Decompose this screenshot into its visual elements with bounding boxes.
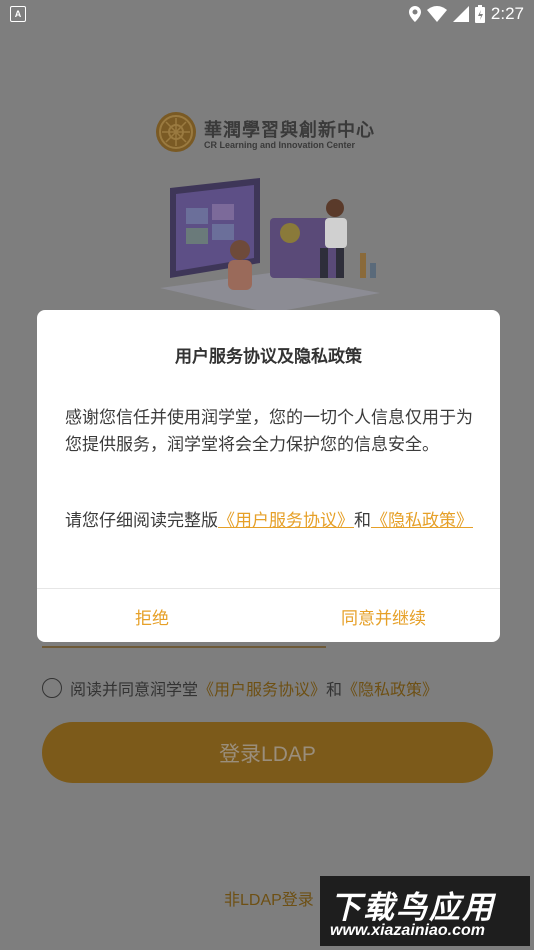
service-agreement-link[interactable]: 《用户服务协议》 [198,676,326,700]
input-underline [42,646,326,648]
agree-checkbox[interactable] [42,678,62,698]
logo-emblem-icon [156,112,196,152]
battery-icon [474,5,485,23]
read-prefix-text: 请您仔细阅读完整版 [65,511,218,530]
dialog-privacy-policy-link[interactable]: 《隐私政策》 [371,511,473,530]
agree-and-text: 和 [326,682,343,699]
agree-continue-button[interactable]: 同意并继续 [267,590,500,642]
notification-icon: A [10,6,26,22]
dialog-read-notice: 请您仔细阅读完整版《用户服务协议》和《隐私政策》 [65,507,477,534]
agree-prefix-text: 阅读并同意润学堂 [70,682,199,699]
login-ldap-button[interactable]: 登录LDAP [42,722,493,783]
app-logo: 華潤學習與創新中心 CR Learning and Innovation Cen… [156,112,396,156]
agreement-row: 阅读并同意润学堂 《用户服务协议》 和 《隐私政策》 [42,676,438,700]
logo-title: 華潤學習與創新中心 [204,120,375,140]
clock: 2:27 [490,4,524,23]
status-icons: 2:27 [408,4,524,24]
watermark-title: 下载鸟应用 [330,890,495,925]
reject-button[interactable]: 拒绝 [37,590,267,642]
signal-icon [452,6,469,22]
dialog-title: 用户服务协议及隐私政策 [175,347,362,366]
dialog-body: 感谢您信任并使用润学堂，您的一切个人信息仅用于为您提供服务，润学堂将会全力保护您… [65,408,473,454]
dialog-and-text: 和 [354,511,371,530]
privacy-dialog: 用户服务协议及隐私政策 感谢您信任并使用润学堂，您的一切个人信息仅用于为您提供服… [37,310,500,642]
watermark: 下载鸟应用 www.xiazainiao.com [320,876,530,946]
logo-subtitle: CR Learning and Innovation Center [204,140,356,150]
privacy-policy-link[interactable]: 《隐私政策》 [342,676,438,700]
status-bar: A 2:27 [0,0,534,28]
dialog-divider [37,588,500,589]
non-ldap-login-link[interactable]: 非LDAP登录 [224,886,314,910]
watermark-url: www.xiazainiao.com [330,922,486,939]
location-icon [408,6,421,22]
welcome-illustration [160,178,380,313]
wifi-icon [426,6,447,22]
dialog-service-agreement-link[interactable]: 《用户服务协议》 [218,511,354,530]
